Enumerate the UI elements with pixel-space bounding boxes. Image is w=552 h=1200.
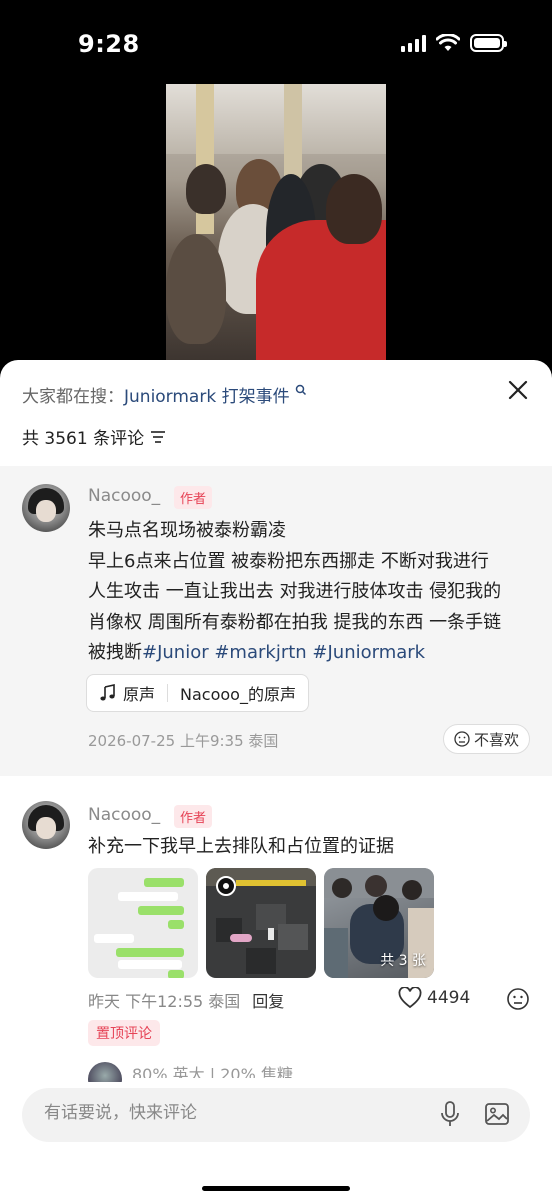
like-button[interactable]: 4494 [398,987,470,1009]
author-badge: 作者 [174,805,213,828]
sound-name: Nacooo_的原声 [180,685,296,704]
comment-meta: 2026-07-25 上午9:35 泰国 [88,732,279,750]
search-suggestion-keyword[interactable]: Juniormark 打架事件 [124,387,290,407]
comment-input-bar [22,1088,530,1142]
heart-icon [398,987,422,1009]
comment-count: 共 3561 条评论 [22,429,145,449]
pinned-badge: 置顶评论 [88,1020,160,1046]
music-note-icon [100,684,115,701]
comment-count-sort[interactable]: 共 3561 条评论 [22,424,166,449]
comment-time-location: 昨天 下午12:55 泰国 [88,992,241,1011]
comment-text: 补充一下我早上去排队和占位置的证据 [88,836,394,857]
comment-line: 早上6点来占位置 被泰粉把东西挪走 不断对我进行 [88,550,489,572]
reply-button[interactable]: 回复 [252,992,284,1011]
comment-input[interactable] [44,1103,404,1123]
signal-icon [401,34,426,52]
comment-text: 朱马点名现场被泰粉霸凌 早上6点来占位置 被泰粉把东西挪走 不断对我进行 人生攻… [88,516,501,669]
voice-button[interactable] [438,1100,462,1132]
dislike-button[interactable]: 不喜欢 [442,724,530,754]
wifi-icon [436,34,460,51]
search-suggestion[interactable]: 大家都在搜：Juniormark 打架事件 [22,382,307,407]
search-suggestion-prefix: 大家都在搜： [22,387,124,407]
microphone-icon [441,1101,459,1126]
avatar[interactable] [22,484,70,532]
photo-thumbnail[interactable] [206,868,316,978]
pinned-comment: Nacooo_ 作者 朱马点名现场被泰粉霸凌 早上6点来占位置 被泰粉把东西挪走… [0,466,552,776]
status-icons [401,34,507,52]
username[interactable]: Nacooo_ [88,805,160,825]
sort-icon [151,430,166,443]
photo-thumbnail[interactable] [88,868,198,978]
image-icon [485,1103,509,1125]
photo-thumbnail[interactable]: 共 3 张 [324,868,434,978]
photo-grid: 共 3 张 [88,868,434,978]
status-bar: 9:28 [0,0,552,90]
next-comment-preview: 80% 英大 | 20% 焦糖 [132,1065,293,1078]
close-icon [508,380,528,400]
comment-line: 朱马点名现场被泰粉霸凌 [88,520,286,541]
sound-label: 原声 [123,685,156,704]
avatar[interactable] [88,1062,128,1082]
username[interactable]: Nacooo_ [88,486,160,506]
avatar[interactable] [22,801,70,849]
dislike-face-icon [507,988,529,1010]
photo-count: 共 3 张 [380,953,426,969]
close-button[interactable] [504,376,532,404]
comment-line: 人生攻击 一直让我出去 对我进行肢体攻击 侵犯我的 [88,581,502,602]
author-badge: 作者 [174,486,213,509]
hashtag-links[interactable]: #Junior #markjrtn #Juniormark [142,642,425,663]
comment-meta: 昨天 下午12:55 泰国 回复 [88,988,284,1012]
search-icon [295,384,307,396]
status-time: 9:28 [78,30,140,58]
original-sound-chip[interactable]: 原声 Nacooo_的原声 [86,674,309,712]
battery-icon [470,34,507,52]
dislike-label: 不喜欢 [473,730,519,749]
like-count: 4494 [427,988,471,1008]
comment-line: 被拽断 [88,642,142,663]
video-player[interactable] [166,84,386,360]
dislike-face-icon [454,731,470,747]
image-button[interactable] [484,1101,510,1131]
comment-sheet: 大家都在搜：Juniormark 打架事件 共 3561 条评论 Nacooo_… [0,360,552,1200]
comment-line: 肖像权 周围所有泰粉都在拍我 提我的东西 一条手链 [88,611,502,633]
dislike-button[interactable] [506,987,530,1015]
home-indicator [202,1186,350,1191]
